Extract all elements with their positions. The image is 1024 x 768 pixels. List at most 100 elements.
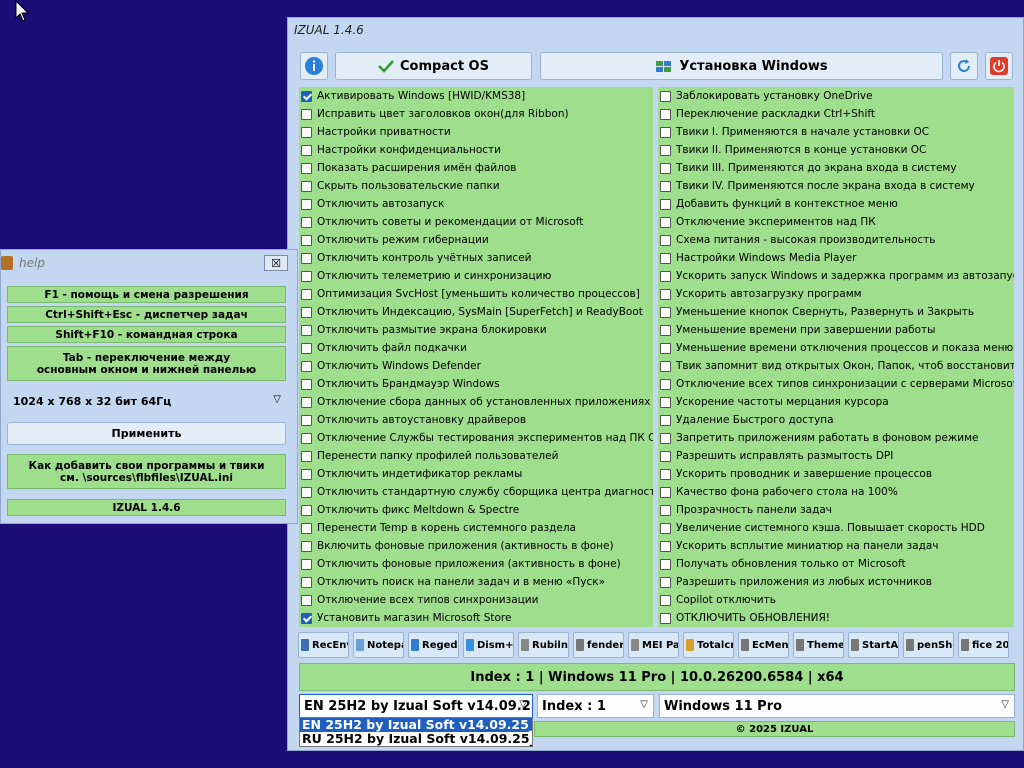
tweak-item[interactable]: Уменьшение времени при завершении работы — [658, 321, 1014, 339]
checkbox[interactable] — [301, 558, 312, 570]
tweak-item[interactable]: Разрешить исправлять размытость DPI — [658, 447, 1014, 465]
checkbox[interactable] — [660, 558, 671, 570]
checkbox[interactable] — [660, 594, 671, 606]
install-windows-button[interactable]: Установка Windows — [540, 52, 943, 80]
tweak-item[interactable]: Отключить автоустановку драйверов — [299, 411, 653, 429]
checkbox[interactable] — [660, 504, 671, 516]
tweak-item[interactable]: Отключение экспериментов над ПК — [658, 213, 1014, 231]
tweak-item[interactable]: Отключить советы и рекомендации от Micro… — [299, 213, 653, 231]
tool-button[interactable]: penShellS — [903, 632, 954, 658]
tweak-item[interactable]: Отключение всех типов синхронизации с се… — [658, 375, 1014, 393]
tool-button[interactable]: RecEnv — [298, 632, 349, 658]
checkbox[interactable] — [301, 126, 312, 138]
checkbox[interactable] — [301, 576, 312, 588]
checkbox[interactable] — [301, 378, 312, 390]
checkbox[interactable] — [301, 414, 312, 426]
tweak-item[interactable]: Скрыть пользовательские папки — [299, 177, 653, 195]
checkbox[interactable] — [301, 162, 312, 174]
checkbox[interactable] — [301, 180, 312, 192]
checkbox[interactable] — [301, 432, 312, 444]
tweak-item[interactable]: Отключить фоновые приложения (активность… — [299, 555, 653, 573]
tool-button[interactable]: Notepad — [353, 632, 404, 658]
tweak-item[interactable]: Отключить режим гибернации — [299, 231, 653, 249]
tweak-item[interactable]: Твики IV. Применяются после экрана входа… — [658, 177, 1014, 195]
dropdown-option[interactable]: RU 25H2 by Izual Soft v14.09.25_inst — [300, 732, 532, 746]
edition-select[interactable]: Windows 11 Pro ▽ — [659, 694, 1015, 718]
checkbox[interactable] — [660, 144, 671, 156]
checkbox[interactable] — [301, 90, 312, 102]
checkbox[interactable] — [301, 306, 312, 318]
checkbox[interactable] — [660, 288, 671, 300]
tool-button[interactable]: fender Re — [573, 632, 624, 658]
tweak-item[interactable]: Твики I. Применяются в начале установки … — [658, 123, 1014, 141]
tweak-item[interactable]: Установить магазин Microsoft Store — [299, 609, 653, 627]
tweak-item[interactable]: Настройки конфиденциальности — [299, 141, 653, 159]
checkbox[interactable] — [301, 504, 312, 516]
tweak-item[interactable]: Ускорение частоты мерцания курсора — [658, 393, 1014, 411]
tweak-item[interactable]: Перенести Temp в корень системного разде… — [299, 519, 653, 537]
tweak-item[interactable]: Ускорить всплытие миниатюр на панели зад… — [658, 537, 1014, 555]
checkbox[interactable] — [660, 540, 671, 552]
tweak-item[interactable]: Заблокировать установку OneDrive — [658, 87, 1014, 105]
tweak-item[interactable]: Настройки приватности — [299, 123, 653, 141]
image-select[interactable]: EN 25H2 by Izual Soft v14.09.25_inst ▽ — [299, 694, 533, 718]
tweak-item[interactable]: Схема питания - высокая производительнос… — [658, 231, 1014, 249]
tweak-item[interactable]: Показать расширения имён файлов — [299, 159, 653, 177]
tweak-item[interactable]: Качество фона рабочего стола на 100% — [658, 483, 1014, 501]
checkbox[interactable] — [301, 486, 312, 498]
tool-button[interactable]: StartAllBa — [848, 632, 899, 658]
tweak-item[interactable]: Увеличение системного кэша. Повышает ско… — [658, 519, 1014, 537]
tweak-item[interactable]: Отключение всех типов синхронизации — [299, 591, 653, 609]
compact-os-button[interactable]: Compact OS — [335, 52, 532, 80]
tool-button[interactable]: Rubilnik- — [518, 632, 569, 658]
tweak-item[interactable]: Copilot отключить — [658, 591, 1014, 609]
checkbox[interactable] — [301, 216, 312, 228]
tweak-item[interactable]: Ускорить запуск Windows и задержка прогр… — [658, 267, 1014, 285]
tweak-item[interactable]: Оптимизация SvcHost [уменьшить количеств… — [299, 285, 653, 303]
checkbox[interactable] — [660, 468, 671, 480]
dropdown-option[interactable]: EN 25H2 by Izual Soft v14.09.25_inst — [300, 718, 532, 732]
checkbox[interactable] — [660, 378, 671, 390]
tweak-item[interactable]: Отключить файл подкачки — [299, 339, 653, 357]
tweak-item[interactable]: Прозрачность панели задач — [658, 501, 1014, 519]
tweak-item[interactable]: Отключить автозапуск — [299, 195, 653, 213]
tweak-item[interactable]: Перенести папку профилей пользователей — [299, 447, 653, 465]
checkbox[interactable] — [660, 126, 671, 138]
tweak-item[interactable]: Уменьшение кнопок Свернуть, Развернуть и… — [658, 303, 1014, 321]
tweak-item[interactable]: Получать обновления только от Microsoft — [658, 555, 1014, 573]
checkbox[interactable] — [301, 198, 312, 210]
checkbox[interactable] — [660, 612, 671, 624]
refresh-button[interactable] — [950, 52, 978, 80]
checkbox[interactable] — [660, 270, 671, 282]
checkbox[interactable] — [660, 432, 671, 444]
checkbox[interactable] — [301, 522, 312, 534]
tweak-item[interactable]: Настройки Windows Media Player — [658, 249, 1014, 267]
tweak-item[interactable]: Твик запомнит вид открытых Окон, Папок, … — [658, 357, 1014, 375]
checkbox[interactable] — [301, 288, 312, 300]
checkbox[interactable] — [660, 576, 671, 588]
tweak-item[interactable]: Ускорить автозагрузку программ — [658, 285, 1014, 303]
tweak-item[interactable]: Добавить функций в контекстное меню — [658, 195, 1014, 213]
checkbox[interactable] — [301, 450, 312, 462]
tweak-item[interactable]: Переключение раскладки Ctrl+Shift — [658, 105, 1014, 123]
tweak-item[interactable]: Активировать Windows [HWID/KMS38] — [299, 87, 653, 105]
tweak-item[interactable]: Запретить приложениям работать в фоновом… — [658, 429, 1014, 447]
tweak-item[interactable]: Отключить фикс Meltdown & Spectre — [299, 501, 653, 519]
tweak-item[interactable]: Удаление Быстрого доступа — [658, 411, 1014, 429]
tweak-item[interactable]: Отключение сбора данных об установленных… — [299, 393, 653, 411]
tweak-item[interactable]: Уменьшение времени отключения процессов … — [658, 339, 1014, 357]
tweak-item[interactable]: Отключить телеметрию и синхронизацию — [299, 267, 653, 285]
checkbox[interactable] — [301, 144, 312, 156]
tweak-item[interactable]: Разрешить приложения из любых источников — [658, 573, 1014, 591]
checkbox[interactable] — [301, 468, 312, 480]
tool-button[interactable]: Dism++ — [463, 632, 514, 658]
checkbox[interactable] — [301, 360, 312, 372]
checkbox[interactable] — [660, 90, 671, 102]
checkbox[interactable] — [660, 360, 671, 372]
checkbox[interactable] — [301, 108, 312, 120]
tool-button[interactable]: ThemePa — [793, 632, 844, 658]
index-select[interactable]: Index : 1 ▽ — [537, 694, 654, 718]
resolution-select[interactable]: 1024 x 768 x 32 бит 64Гц ▽ — [7, 391, 286, 411]
checkbox[interactable] — [660, 306, 671, 318]
tweak-item[interactable]: Твики II. Применяются в конце установки … — [658, 141, 1014, 159]
